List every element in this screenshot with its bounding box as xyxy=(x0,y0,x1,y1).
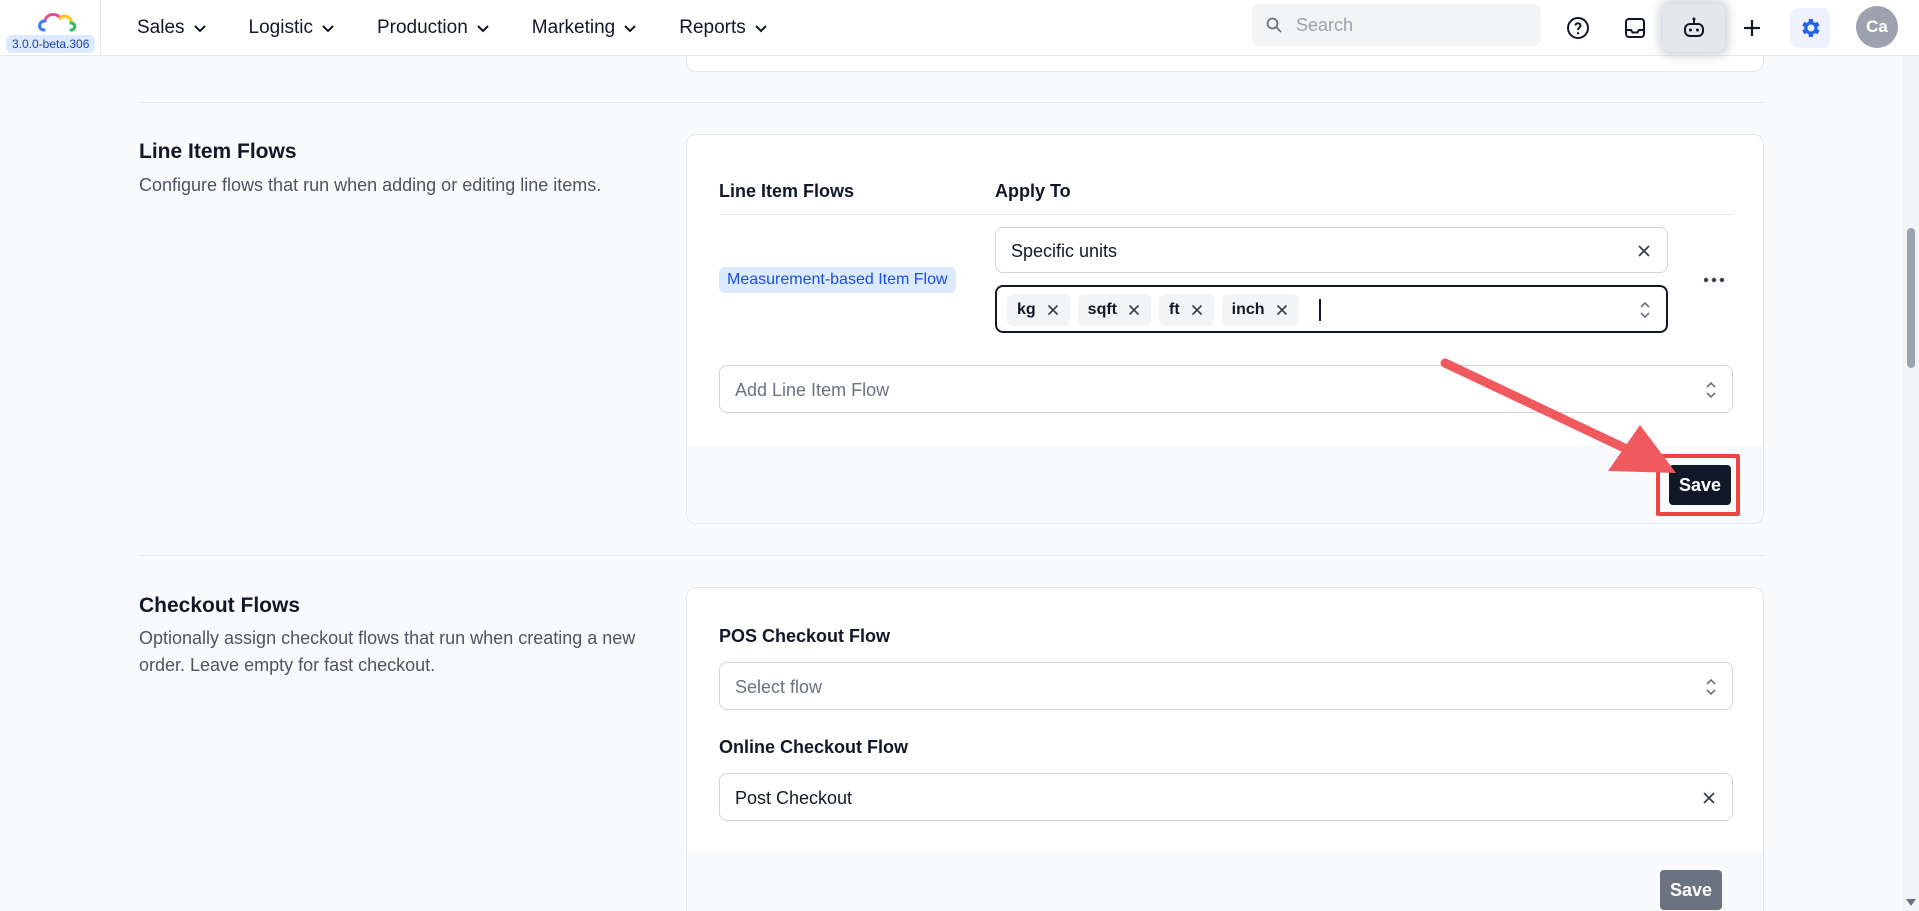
chevron-down-icon xyxy=(322,25,334,33)
checkout-flows-description: Optionally assign checkout flows that ru… xyxy=(139,628,636,675)
unit-tag-ft: ft xyxy=(1159,294,1214,326)
avatar[interactable]: Ca xyxy=(1856,6,1898,48)
close-icon[interactable] xyxy=(1046,303,1060,317)
updown-chevron-icon xyxy=(1706,678,1716,696)
cloud-logo-icon xyxy=(38,12,77,32)
search-input[interactable] xyxy=(1296,4,1526,46)
unit-tag-kg: kg xyxy=(1007,294,1070,326)
pos-checkout-label: POS Checkout Flow xyxy=(719,626,891,646)
checkout-flows-title: Checkout Flows xyxy=(139,594,301,617)
inbox-button[interactable] xyxy=(1615,8,1655,48)
unit-tag-inch: inch xyxy=(1221,294,1299,326)
scrollbar-thumb[interactable] xyxy=(1907,228,1915,368)
online-checkout-select[interactable]: Post Checkout xyxy=(719,773,1733,821)
checkout-flows-card: POS Checkout Flow Select flow Online Che… xyxy=(686,587,1764,911)
nav-reports[interactable]: Reports xyxy=(679,17,768,39)
checkout-flows-footer: Save xyxy=(687,852,1763,911)
flow-badge[interactable]: Measurement-based Item Flow xyxy=(719,267,956,293)
add-button[interactable] xyxy=(1732,8,1772,48)
units-multiselect[interactable]: kg sqft ft inch xyxy=(995,285,1668,333)
text-caret xyxy=(1318,299,1321,321)
online-checkout-label: Online Checkout Flow xyxy=(719,737,909,757)
save-checkout-flows-button[interactable]: Save xyxy=(1660,870,1723,910)
updown-chevron-icon xyxy=(1706,381,1716,399)
updown-chevron-icon xyxy=(1640,301,1650,319)
chevron-down-icon xyxy=(624,25,636,33)
close-icon[interactable] xyxy=(1127,303,1141,317)
chevron-down-icon xyxy=(755,25,767,33)
unit-tag-label: inch xyxy=(1231,301,1265,318)
gear-icon xyxy=(1802,19,1820,37)
section-divider xyxy=(139,102,1764,103)
unit-tag-label: kg xyxy=(1017,301,1036,318)
nav-logistic[interactable]: Logistic xyxy=(249,17,335,39)
nav-production[interactable]: Production xyxy=(377,17,490,39)
pos-checkout-placeholder: Select flow xyxy=(735,677,823,697)
close-icon[interactable] xyxy=(1635,242,1653,260)
top-bar: 3.0.0-beta.306 Sales Logistic Production… xyxy=(0,0,1919,56)
nav-label: Logistic xyxy=(248,17,313,38)
search-box[interactable] xyxy=(1252,4,1541,46)
chevron-down-icon xyxy=(477,25,489,33)
table-header-rule xyxy=(719,214,1733,215)
nav-label: Production xyxy=(376,17,468,38)
search-icon xyxy=(1266,17,1282,33)
logo-area[interactable]: 3.0.0-beta.306 xyxy=(0,0,101,56)
line-item-flows-description: Configure flows that run when adding or … xyxy=(139,175,602,195)
version-badge: 3.0.0-beta.306 xyxy=(6,35,96,53)
column-header-apply-to: Apply To xyxy=(995,181,1071,201)
unit-tag-sqft: sqft xyxy=(1077,294,1151,326)
chevron-down-icon xyxy=(193,25,206,33)
page-scrollbar[interactable] xyxy=(1903,56,1919,911)
unit-tag-label: ft xyxy=(1169,301,1180,318)
scroll-down-arrow-icon[interactable] xyxy=(1906,899,1916,907)
nav-marketing[interactable]: Marketing xyxy=(532,17,637,39)
nav-label: Sales xyxy=(137,17,185,38)
section-divider xyxy=(139,555,1764,556)
apply-to-value: Specific units xyxy=(1011,241,1118,261)
column-header-flow: Line Item Flows xyxy=(719,181,855,201)
more-options-icon[interactable] xyxy=(1703,276,1725,284)
nav-label: Reports xyxy=(679,17,746,38)
nav-sales[interactable]: Sales xyxy=(137,17,207,39)
annotation-arrow-icon xyxy=(1440,358,1676,473)
settings-button[interactable] xyxy=(1790,8,1830,48)
inbox-icon xyxy=(1625,18,1645,38)
close-icon[interactable] xyxy=(1190,303,1204,317)
line-item-flows-title: Line Item Flows xyxy=(139,140,297,163)
help-button[interactable] xyxy=(1558,8,1598,48)
pos-checkout-select[interactable]: Select flow xyxy=(719,662,1733,710)
ai-assistant-icon xyxy=(1684,17,1704,37)
add-line-item-flow-placeholder: Add Line Item Flow xyxy=(735,380,890,400)
close-icon[interactable] xyxy=(1275,303,1289,317)
close-icon[interactable] xyxy=(1700,789,1718,807)
main-nav: Sales Logistic Production Marketing Repo… xyxy=(137,0,810,56)
online-checkout-value: Post Checkout xyxy=(735,788,853,808)
help-icon xyxy=(1567,17,1589,39)
unit-tags: kg sqft ft inch xyxy=(1007,294,1321,326)
unit-tag-label: sqft xyxy=(1087,301,1117,318)
plus-icon xyxy=(1744,20,1760,36)
ai-assistant-button[interactable] xyxy=(1663,4,1725,52)
apply-to-select[interactable]: Specific units xyxy=(995,227,1668,273)
nav-label: Marketing xyxy=(531,17,616,38)
